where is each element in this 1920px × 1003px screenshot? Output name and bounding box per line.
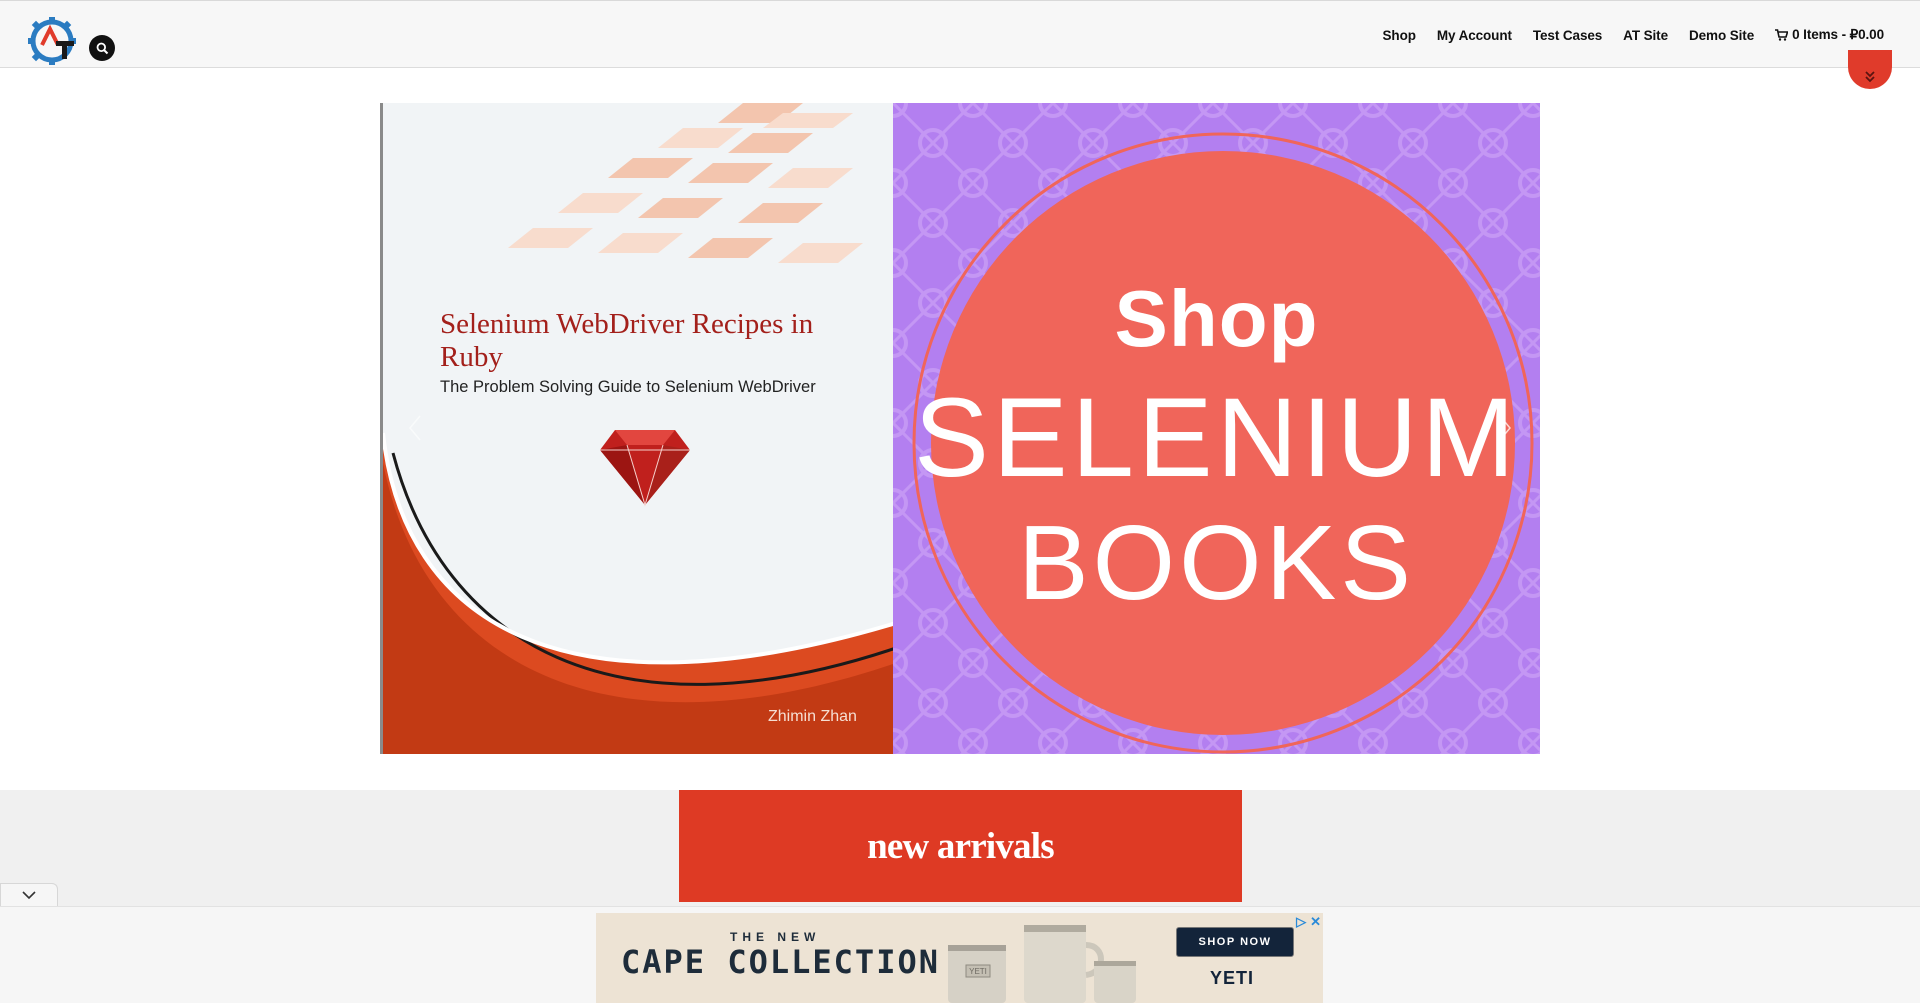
book-title: Selenium WebDriver Recipes in Ruby (440, 308, 814, 373)
promo-line-selenium: SELENIUM (914, 375, 1519, 500)
site-logo[interactable] (28, 15, 80, 67)
book-cover-art (383, 103, 893, 754)
new-arrivals-heading: new arrivals (867, 825, 1054, 867)
chevron-right-icon (1499, 415, 1511, 441)
chevron-down-icon (22, 891, 36, 900)
hero-slider: Selenium WebDriver Recipes in Ruby The P… (380, 103, 1540, 754)
nav-shop[interactable]: Shop (1383, 28, 1416, 43)
cart-summary: 0 Items - ₽0.00 (1792, 27, 1884, 42)
cart-link[interactable]: 0 Items - ₽0.00 (1775, 27, 1884, 43)
slider-prev-arrow[interactable] (400, 403, 430, 453)
book-subtitle: The Problem Solving Guide to Selenium We… (440, 378, 816, 396)
book-author: Zhimin Zhan (768, 708, 857, 725)
ad-headline: CAPE COLLECTION (621, 943, 940, 981)
double-chevron-down-icon (1865, 71, 1875, 83)
ad-tagline: THE NEW (730, 930, 821, 944)
search-icon (96, 42, 108, 54)
promo-banner[interactable]: Shop SELENIUM BOOKS (893, 103, 1540, 754)
header-toggle-button[interactable] (1848, 50, 1892, 89)
ad-collapse-button[interactable] (0, 883, 58, 907)
ad-info-icon[interactable]: ▷ (1296, 914, 1306, 930)
ad-choices: ▷ ✕ (1296, 914, 1321, 930)
chevron-left-icon (409, 415, 421, 441)
ad-brand-logo: YETI (1210, 968, 1255, 988)
nav-at-site[interactable]: AT Site (1623, 28, 1668, 43)
nav-demo-site[interactable]: Demo Site (1689, 28, 1754, 43)
ad-shop-now-button[interactable]: SHOP NOW (1176, 927, 1294, 957)
main-nav: Shop My Account Test Cases AT Site Demo … (1383, 27, 1885, 43)
promo-line-shop: Shop (1114, 274, 1319, 363)
nav-test-cases[interactable]: Test Cases (1533, 28, 1602, 43)
ad-product-image: YETI (948, 925, 1136, 1003)
search-button[interactable] (89, 35, 115, 61)
ad-close-icon[interactable]: ✕ (1310, 914, 1321, 930)
nav-my-account[interactable]: My Account (1437, 28, 1512, 43)
advertisement[interactable]: THE NEW CAPE COLLECTION YETI SHOP NOW YE… (596, 913, 1323, 1003)
new-arrivals-banner: new arrivals (679, 790, 1242, 902)
ad-cup-label: YETI (969, 967, 987, 976)
book-cover-image[interactable]: Selenium WebDriver Recipes in Ruby The P… (380, 103, 893, 754)
slider-next-arrow[interactable] (1490, 403, 1520, 453)
cart-icon (1775, 29, 1789, 41)
promo-line-books: BOOKS (1017, 504, 1415, 622)
site-header: Shop My Account Test Cases AT Site Demo … (0, 0, 1920, 68)
